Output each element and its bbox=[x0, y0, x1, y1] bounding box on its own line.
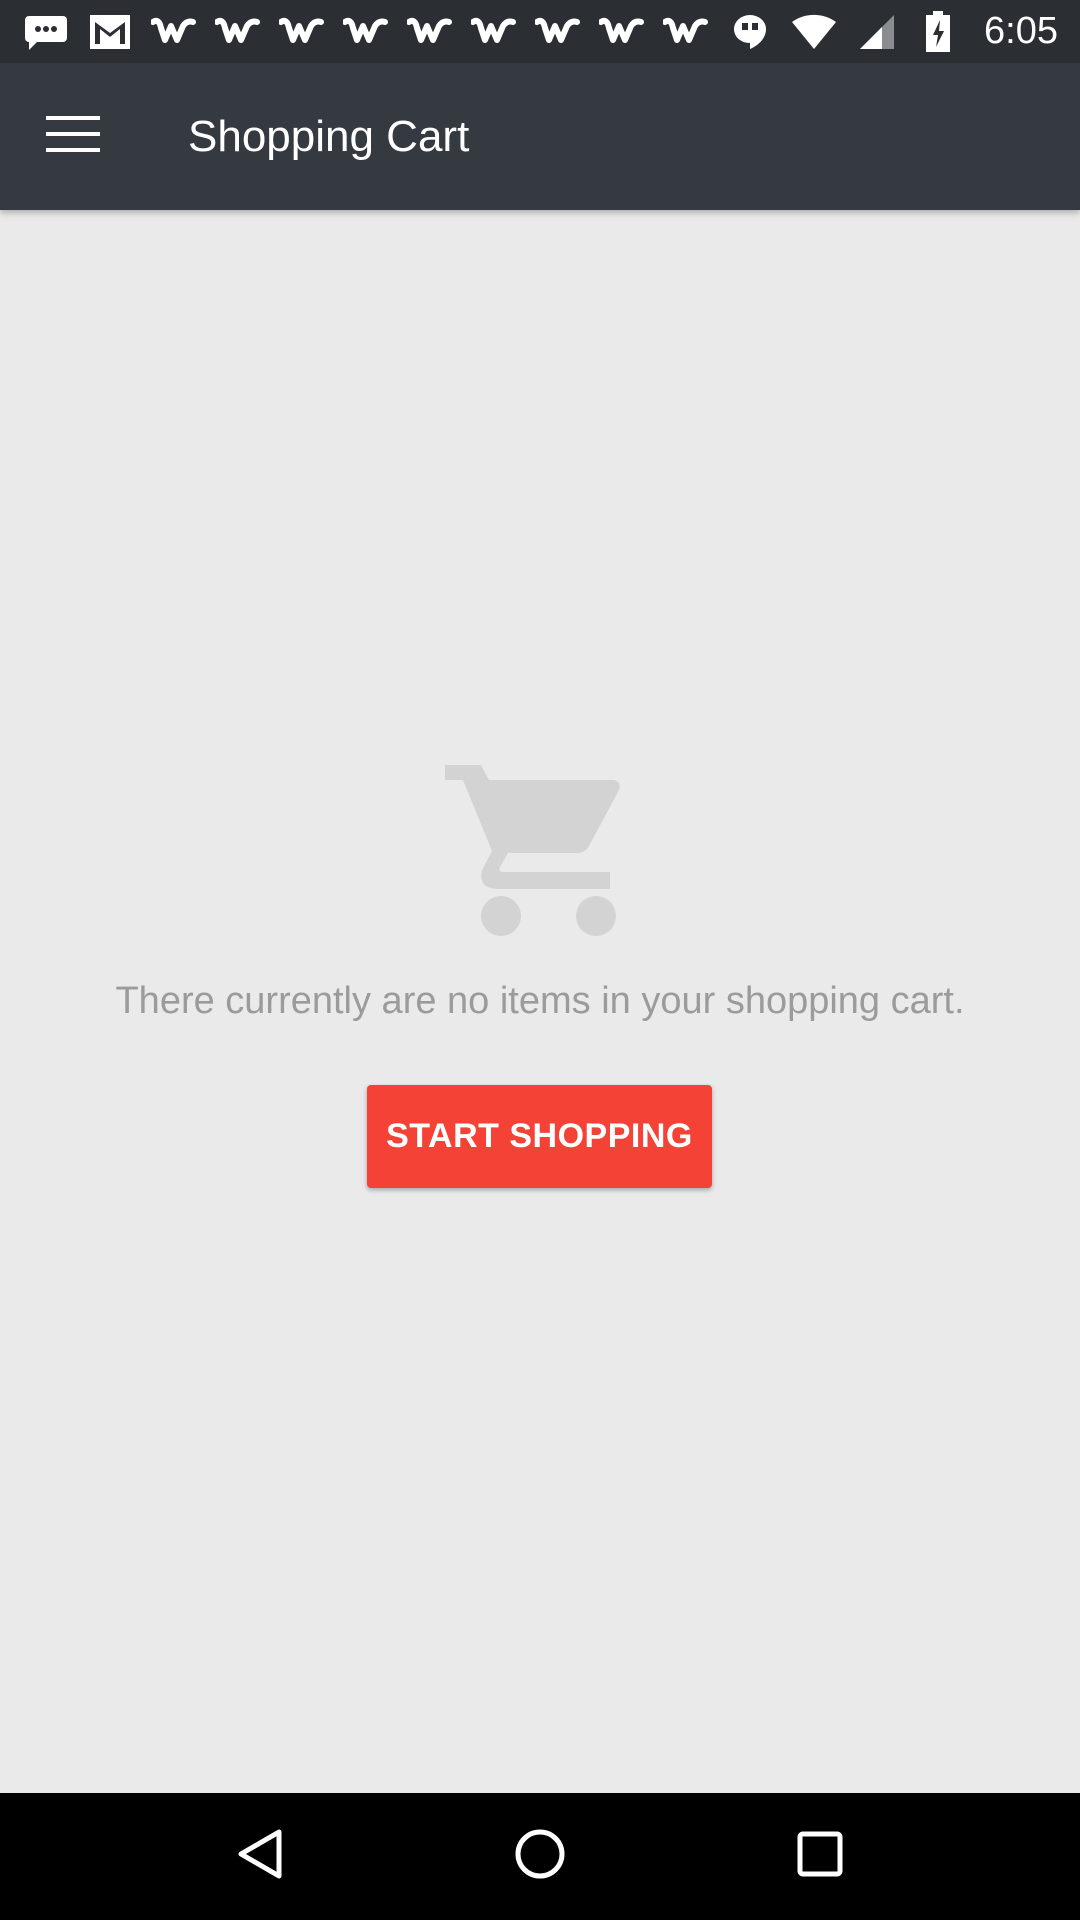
w-app-icon bbox=[278, 8, 326, 56]
empty-cart-message: There currently are no items in your sho… bbox=[115, 980, 965, 1022]
hangouts-icon bbox=[726, 8, 774, 56]
back-button[interactable] bbox=[210, 1807, 310, 1907]
notification-icons bbox=[22, 8, 774, 56]
shopping-cart-icon bbox=[440, 750, 640, 950]
empty-cart-content: There currently are no items in your sho… bbox=[0, 210, 1080, 1793]
back-icon bbox=[237, 1828, 283, 1885]
chat-icon bbox=[22, 8, 70, 56]
hamburger-menu-icon bbox=[46, 116, 100, 157]
w-app-icon bbox=[470, 8, 518, 56]
status-bar: 6:05 bbox=[0, 0, 1080, 63]
system-nav-bar bbox=[0, 1793, 1080, 1920]
hamburger-menu-button[interactable] bbox=[0, 63, 146, 210]
gmail-icon bbox=[86, 8, 134, 56]
battery-charging-icon bbox=[914, 8, 962, 56]
page-title: Shopping Cart bbox=[188, 111, 470, 161]
w-app-icon bbox=[598, 8, 646, 56]
w-app-icon bbox=[214, 8, 262, 56]
home-icon bbox=[514, 1828, 566, 1885]
signal-icon bbox=[852, 8, 900, 56]
system-icons: 6:05 bbox=[790, 8, 1058, 56]
status-clock: 6:05 bbox=[984, 10, 1058, 52]
w-app-icon bbox=[150, 8, 198, 56]
w-app-icon bbox=[662, 8, 710, 56]
w-app-icon bbox=[406, 8, 454, 56]
w-app-icon bbox=[342, 8, 390, 56]
w-app-icon bbox=[534, 8, 582, 56]
recents-icon bbox=[796, 1830, 844, 1883]
app-bar: Shopping Cart bbox=[0, 63, 1080, 210]
wifi-icon bbox=[790, 8, 838, 56]
start-shopping-button[interactable]: START SHOPPING bbox=[367, 1085, 712, 1188]
recents-button[interactable] bbox=[770, 1807, 870, 1907]
home-button[interactable] bbox=[490, 1807, 590, 1907]
